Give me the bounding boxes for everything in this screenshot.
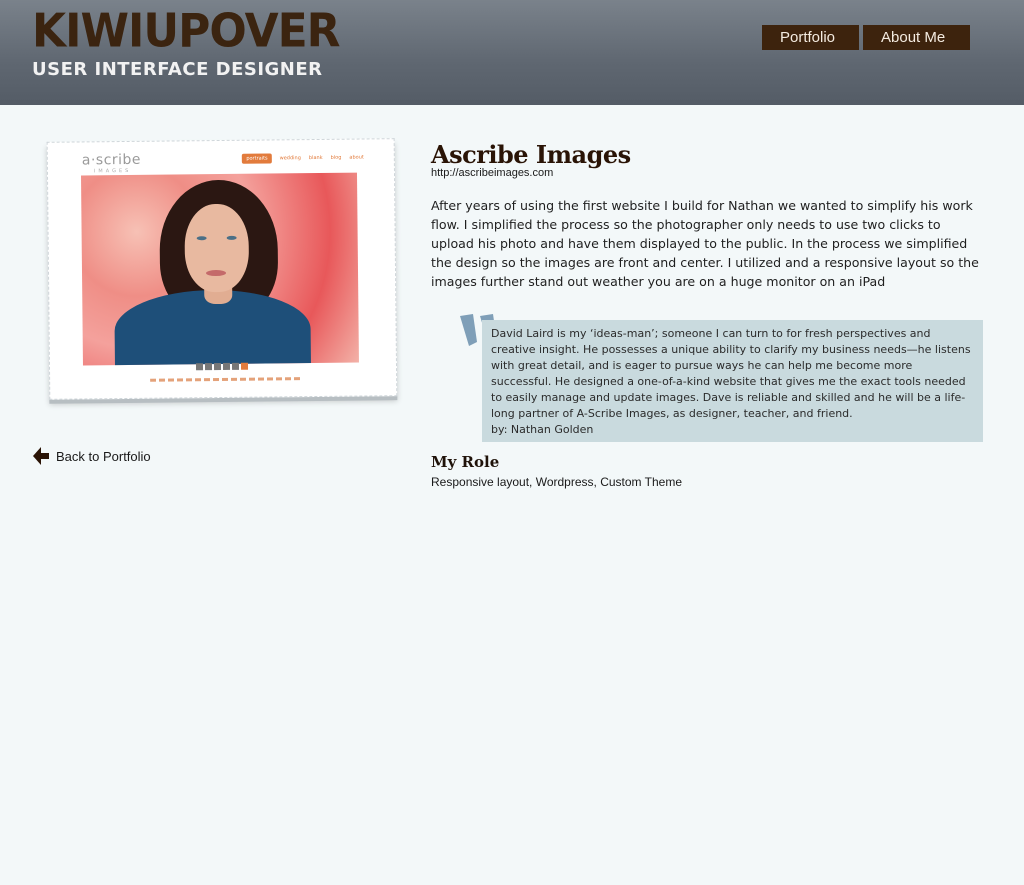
main-nav: Portfolio About Me [762, 25, 970, 50]
testimonial-text: David Laird is my ‘ideas-man’; someone I… [491, 327, 971, 420]
screenshot-frame: a·scribe IMAGES portraits wedding blank … [46, 138, 398, 400]
role-heading: My Role [431, 453, 500, 471]
back-link-label: Back to Portfolio [56, 448, 151, 464]
preview-thumbnail [195, 363, 204, 371]
preview-thumbnails [195, 362, 249, 371]
preview-footer [150, 377, 301, 382]
preview-nav-item: portraits [242, 153, 272, 164]
nav-portfolio-button[interactable]: Portfolio [762, 25, 859, 50]
site-logo[interactable]: KIWIUPOVER [32, 5, 341, 60]
preview-nav-item: wedding [279, 155, 301, 162]
preview-thumbnail [222, 362, 231, 370]
preview-logo-sub: IMAGES [93, 167, 132, 175]
preview-nav-item: blank [308, 154, 323, 162]
project-title: Ascribe Images [431, 140, 631, 169]
site-tagline: USER INTERFACE DESIGNER [32, 59, 323, 80]
back-to-portfolio-link[interactable]: Back to Portfolio [32, 446, 151, 466]
project-description: After years of using the first website I… [431, 198, 979, 289]
preview-nav-item: blog [330, 154, 342, 161]
preview-thumbnail [231, 362, 240, 370]
preview-portrait-photo [80, 172, 359, 366]
preview-thumbnail [204, 363, 213, 371]
project-screenshot: a·scribe IMAGES portraits wedding blank … [46, 138, 398, 404]
arrow-left-icon [33, 447, 49, 465]
nav-about-button[interactable]: About Me [863, 25, 970, 50]
preview-nav-item: about [349, 154, 364, 161]
preview-logo: a·scribe [81, 151, 142, 169]
preview-thumbnail [213, 363, 222, 371]
project-url[interactable]: http://ascribeimages.com [431, 167, 553, 179]
testimonial-author: by: Nathan Golden [491, 423, 594, 436]
testimonial-quote: David Laird is my ‘ideas-man’; someone I… [482, 320, 983, 442]
header-zigzag-edge [0, 100, 1024, 110]
preview-nav: portraits wedding blank blog about [242, 152, 364, 164]
role-details: Responsive layout, Wordpress, Custom The… [431, 475, 682, 489]
site-header: KIWIUPOVER USER INTERFACE DESIGNER Portf… [0, 0, 1024, 105]
preview-thumbnail [240, 362, 249, 370]
